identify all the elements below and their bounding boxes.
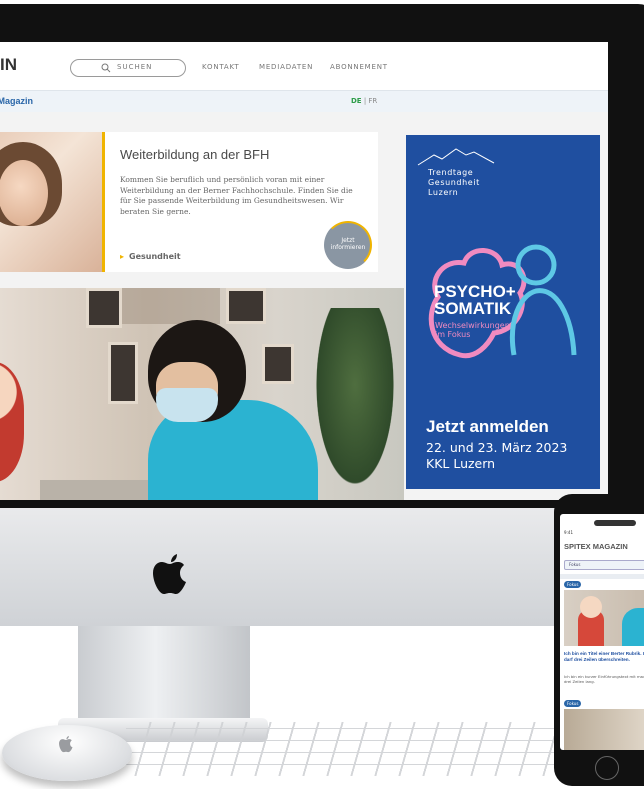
site-header: IN SUCHEN KONTAKT MEDIADATEN ABONNEMENT <box>0 42 608 90</box>
teaser-text: Kommen Sie beruflich und persönlich vora… <box>120 175 353 216</box>
ad-date: 22. und 23. März 2023 KKL Luzern <box>426 440 567 472</box>
apple-logo-icon <box>59 735 73 753</box>
brand-subtitle: x Magazin <box>0 96 34 106</box>
phone-badge: Fokus <box>564 700 582 707</box>
photo-frame <box>262 344 294 384</box>
ad-date-line2: KKL Luzern <box>426 456 496 471</box>
phone-screen: 9:41 SPITEX MAGAZIN Fokus Fokus Ich bin … <box>560 514 644 750</box>
language-switch: DE | FR <box>351 97 377 105</box>
ad-headline: PSYCHO+ SOMATIK <box>434 283 516 317</box>
site-logo[interactable]: IN <box>0 55 17 75</box>
phone-notch <box>594 520 636 526</box>
ad-register-cta[interactable]: Jetzt anmelden <box>426 417 549 437</box>
ad-event-name: Trendtage Gesundheit Luzern <box>428 168 480 198</box>
info-cta-line2: informieren <box>330 244 366 251</box>
lang-fr-link[interactable]: FR <box>368 97 377 105</box>
phone-article-photo[interactable] <box>564 709 644 750</box>
ad-subline: Wechselwirkungen im Fokus <box>435 321 510 339</box>
info-cta-line1: Jetzt <box>341 237 355 244</box>
teaser-category-label: Gesundheit <box>129 252 181 261</box>
phone-search-input[interactable]: Fokus <box>564 560 644 570</box>
ad-trend-line3: Luzern <box>428 188 459 197</box>
phone-photo-child-head <box>580 596 602 618</box>
photo-frame <box>108 342 138 404</box>
ad-sub-line2: im Fokus <box>435 330 471 339</box>
ad-trend-line1: Trendtage <box>428 168 474 177</box>
phone-brand[interactable]: SPITEX MAGAZIN <box>564 542 628 551</box>
mountain-icon <box>417 148 495 166</box>
phone-article-text: Ich bin ein kurzer Einführungstext mit m… <box>564 674 644 684</box>
hero-photo[interactable] <box>0 288 404 500</box>
phone-photo-nurse <box>622 608 644 646</box>
search-icon <box>101 63 111 73</box>
ad-date-line1: 22. und 23. März 2023 <box>426 440 568 455</box>
photo-child <box>0 362 24 482</box>
search-button[interactable]: SUCHEN <box>70 59 186 77</box>
teaser-category[interactable]: ▸ Gesundheit <box>120 252 181 261</box>
phone-search-text: Fokus <box>569 562 581 567</box>
photo-frame <box>86 288 122 328</box>
photo-frame <box>226 288 266 324</box>
keyboard <box>112 722 598 776</box>
teaser-accent-bar <box>102 132 105 272</box>
ad-trend-line2: Gesundheit <box>428 178 480 187</box>
teaser-photo <box>0 132 102 272</box>
lang-de-link[interactable]: DE <box>351 97 362 105</box>
imac-stand <box>78 626 250 726</box>
teaser-card[interactable]: Weiterbildung an der BFH Kommen Sie beru… <box>0 132 378 272</box>
phone-separator <box>560 574 644 579</box>
triangle-right-icon: ▸ <box>120 252 125 261</box>
search-label: SUCHEN <box>117 63 153 71</box>
info-cta-button[interactable]: Jetzt informieren <box>324 221 372 269</box>
apple-logo-icon <box>153 554 186 594</box>
magic-mouse <box>2 725 132 781</box>
info-cta-label: Jetzt informieren <box>326 237 370 251</box>
smartphone: 9:41 SPITEX MAGAZIN Fokus Fokus Ich bin … <box>554 494 644 786</box>
phone-badge: Fokus <box>564 581 582 588</box>
imac-screen: IN SUCHEN KONTAKT MEDIADATEN ABONNEMENT … <box>0 42 608 500</box>
ad-banner[interactable]: Trendtage Gesundheit Luzern PSYCHO+ SOMA… <box>406 135 600 489</box>
nav-mediadaten[interactable]: MEDIADATEN <box>259 63 313 71</box>
imac-chin <box>0 508 644 626</box>
site-subbar: x Magazin DE | FR <box>0 90 608 112</box>
ad-sub-line1: Wechselwirkungen <box>435 321 510 330</box>
phone-article-photo[interactable] <box>564 590 644 646</box>
phone-article-title[interactable]: Ich bin ein Titel einer Berter Rubrik. U… <box>564 651 644 663</box>
nav-abonnement[interactable]: ABONNEMENT <box>330 63 388 71</box>
photo-plant <box>310 308 400 500</box>
photo-face <box>0 160 48 226</box>
nav-kontakt[interactable]: KONTAKT <box>202 63 239 71</box>
phone-time: 9:41 <box>564 530 573 535</box>
photo-mask <box>156 388 218 422</box>
ad-headline-line2: SOMATIK <box>434 299 512 318</box>
home-button[interactable] <box>595 756 619 780</box>
teaser-title[interactable]: Weiterbildung an der BFH <box>120 147 269 162</box>
